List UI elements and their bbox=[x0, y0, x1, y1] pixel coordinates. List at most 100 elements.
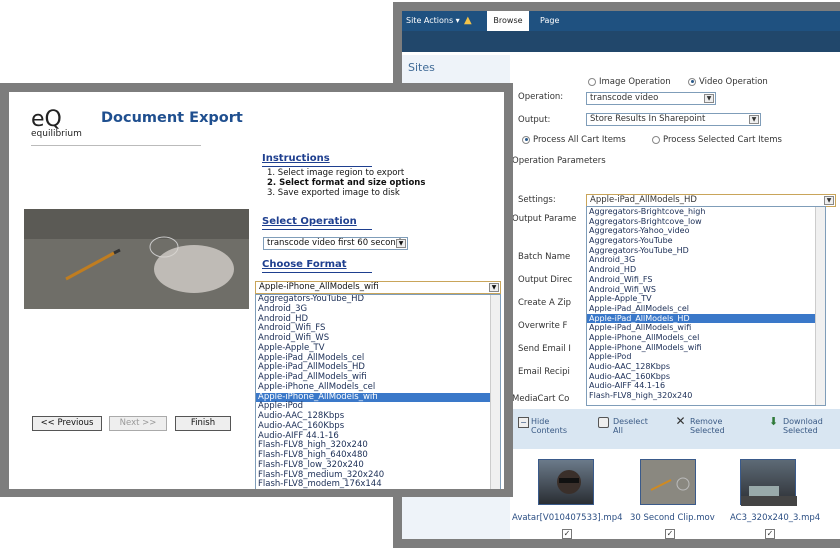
face-thumbnail-icon bbox=[557, 470, 581, 494]
settings-option[interactable]: Apple-iPhone_AllModels_wifi bbox=[587, 343, 825, 353]
choose-format-heading: Choose Format bbox=[262, 259, 347, 270]
operation-parameters-heading: Operation Parameters bbox=[512, 156, 606, 166]
instructions-heading: Instructions bbox=[262, 153, 330, 164]
settings-option[interactable]: Audio-AAC_160Kbps bbox=[587, 372, 825, 382]
instruction-step: 1. Select image region to export bbox=[267, 168, 405, 178]
operation-panel: Operation: Image Operation Video Operati… bbox=[510, 55, 840, 539]
settings-option[interactable]: Apple-iPad_AllModels_HD bbox=[587, 313, 825, 324]
dropdown-arrow-icon: ▼ bbox=[824, 196, 834, 205]
video-frame-image bbox=[24, 209, 249, 309]
select-operation-heading: Select Operation bbox=[262, 216, 357, 227]
tab-browse[interactable]: Browse bbox=[487, 11, 529, 31]
video-operation-label: Video Operation bbox=[699, 77, 768, 87]
settings-option[interactable]: Audio-AAC_128Kbps bbox=[587, 362, 825, 372]
batch-name-label: Batch Name bbox=[518, 252, 571, 262]
settings-option[interactable]: Flash-FLV8_high_320x240 bbox=[587, 391, 825, 401]
radio-selected-icon bbox=[688, 77, 696, 86]
next-button[interactable]: Next >> bbox=[109, 416, 167, 431]
instructions-list: 1. Select image region to export 2. Sele… bbox=[267, 168, 425, 198]
tab-page[interactable]: Page bbox=[540, 11, 559, 31]
video-thumbnail[interactable] bbox=[640, 459, 696, 505]
page-title: Document Export bbox=[101, 110, 243, 126]
settings-option[interactable]: Aggregators-Brightcove_low bbox=[587, 217, 825, 227]
format-dropdown-list[interactable]: Aggregators-YouTube_HD Android_3G Android_… bbox=[255, 294, 501, 489]
radio-icon bbox=[652, 135, 660, 144]
settings-option[interactable]: Android_Wifi_WS bbox=[587, 285, 825, 295]
video-thumbnail[interactable] bbox=[538, 459, 594, 505]
image-preview[interactable] bbox=[24, 209, 249, 309]
dropdown-arrow-icon: ▼ bbox=[489, 283, 499, 292]
settings-option[interactable]: Android_HD bbox=[587, 265, 825, 275]
settings-option[interactable]: Aggregators-YouTube bbox=[587, 236, 825, 246]
process-all-radio[interactable]: Process All Cart Items bbox=[522, 135, 626, 145]
process-selected-label: Process Selected Cart Items bbox=[663, 135, 782, 145]
download-selected-button[interactable]: ⬇ Download Selected bbox=[768, 415, 840, 435]
output-label: Output: bbox=[518, 115, 551, 125]
settings-dropdown-list[interactable]: Aggregators-Brightcove_high Aggregators-B… bbox=[586, 206, 826, 406]
format-select[interactable]: Apple-iPhone_AllModels_wifi ▼ bbox=[255, 281, 501, 294]
format-option[interactable]: Flash-FLV8_modem_176x144 bbox=[256, 479, 500, 489]
video-operation-radio[interactable]: Video Operation bbox=[688, 77, 768, 87]
operation-select[interactable]: transcode video first 60 seconds ▼ bbox=[263, 237, 408, 250]
finish-button[interactable]: Finish bbox=[175, 416, 231, 431]
document-export-dialog: eQ equilibrium Document Export << Previo… bbox=[9, 92, 504, 489]
deselect-icon bbox=[598, 417, 609, 428]
item-checkbox[interactable]: ✓ bbox=[562, 529, 572, 539]
cart-item-name[interactable]: Avatar[V010407533].mp4 bbox=[512, 513, 623, 523]
remove-x-icon: ✕ bbox=[675, 414, 686, 428]
output-directory-label: Output Direc bbox=[518, 275, 573, 285]
operation-select[interactable]: transcode video ▼ bbox=[586, 92, 716, 105]
document-export-window: eQ equilibrium Document Export << Previo… bbox=[0, 83, 513, 497]
image-operation-radio[interactable]: Image Operation bbox=[588, 77, 671, 87]
video-thumbnail[interactable] bbox=[740, 459, 797, 506]
mediacart-label: MediaCart Co bbox=[512, 394, 570, 404]
output-params-label: Output Parame bbox=[512, 214, 577, 224]
choose-format-divider bbox=[262, 272, 372, 273]
pencil-thumbnail-icon bbox=[650, 477, 690, 491]
dropdown-arrow-icon: ▼ bbox=[749, 115, 759, 124]
settings-option[interactable]: Android_3G bbox=[587, 255, 825, 265]
dropdown-arrow-icon: ▼ bbox=[704, 94, 714, 103]
radio-selected-icon bbox=[522, 135, 530, 144]
item-checkbox[interactable]: ✓ bbox=[765, 529, 775, 539]
previous-button[interactable]: << Previous bbox=[32, 416, 102, 431]
radio-icon bbox=[588, 77, 596, 86]
format-options: Aggregators-YouTube_HD Android_3G Android_… bbox=[256, 295, 500, 489]
navigate-up-icon[interactable]: ▲ bbox=[464, 11, 472, 31]
settings-option[interactable]: Aggregators-Brightcove_high bbox=[587, 207, 825, 217]
settings-option[interactable]: Apple-iPad_AllModels_cel bbox=[587, 304, 825, 314]
overwrite-label: Overwrite F bbox=[518, 321, 568, 331]
settings-option[interactable]: Apple-iPad_AllModels_wifi bbox=[587, 323, 825, 333]
nav-sites-link[interactable]: Sites bbox=[408, 61, 435, 74]
create-zip-label: Create A Zip bbox=[518, 298, 572, 308]
output-select[interactable]: Store Results In Sharepoint ▼ bbox=[586, 113, 761, 126]
send-email-label: Send Email I bbox=[518, 344, 571, 354]
email-recipients-label: Email Recipi bbox=[518, 367, 570, 377]
process-all-label: Process All Cart Items bbox=[533, 135, 626, 145]
format-scrollbar[interactable] bbox=[490, 295, 500, 489]
ribbon: Site Actions ▾ ▲ Browse Page bbox=[402, 11, 840, 52]
operation-select-value: transcode video bbox=[590, 93, 659, 103]
process-selected-radio[interactable]: Process Selected Cart Items bbox=[652, 135, 782, 145]
settings-option[interactable]: Audio-AIFF 44.1-16 bbox=[587, 381, 825, 391]
settings-option[interactable]: Apple-iPhone_AllModels_cel bbox=[587, 333, 825, 343]
remove-selected-button[interactable]: ✕ Remove Selected bbox=[675, 414, 745, 435]
collapse-icon: − bbox=[518, 417, 529, 428]
settings-option[interactable]: Aggregators-YouTube_HD bbox=[587, 246, 825, 256]
site-actions-menu[interactable]: Site Actions ▾ bbox=[406, 11, 460, 31]
hide-contents-button[interactable]: − Hide Contents bbox=[518, 417, 573, 435]
settings-option[interactable]: Apple-iPod bbox=[587, 352, 825, 362]
cart-item-name[interactable]: AC3_320x240_3.mp4 bbox=[730, 513, 820, 523]
logo-wordmark: equilibrium bbox=[31, 129, 82, 139]
cart-item-name[interactable]: 30 Second Clip.mov bbox=[630, 513, 715, 523]
cart-toolbar: − Hide Contents Deselect All ✕ Remove Se… bbox=[510, 409, 840, 449]
download-icon: ⬇ bbox=[768, 415, 779, 428]
settings-option[interactable]: Android_Wifi_FS bbox=[587, 275, 825, 285]
settings-option[interactable]: Apple-Apple_TV bbox=[587, 294, 825, 304]
deselect-all-button[interactable]: Deselect All bbox=[598, 417, 654, 435]
select-operation-divider bbox=[262, 229, 372, 230]
settings-option[interactable]: Aggregators-Yahoo_video bbox=[587, 226, 825, 236]
item-checkbox[interactable]: ✓ bbox=[665, 529, 675, 539]
settings-scrollbar[interactable] bbox=[815, 207, 825, 405]
settings-select-value: Apple-iPad_AllModels_HD bbox=[590, 195, 697, 205]
